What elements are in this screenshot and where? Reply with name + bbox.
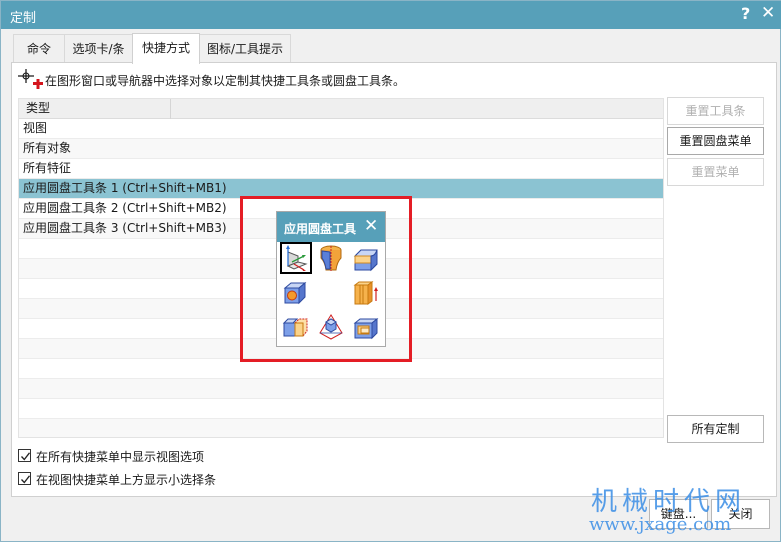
- datum-csys-icon[interactable]: [280, 242, 312, 274]
- list-row-empty: [19, 399, 663, 419]
- reset-toolbar-button[interactable]: 重置工具条: [667, 97, 764, 125]
- reset-menu-button[interactable]: 重置菜单: [667, 158, 764, 186]
- checkbox-label: 在所有快捷菜单中显示视图选项: [36, 450, 205, 464]
- customize-dialog: 定制 ? ✕ 命令 选项卡/条 快捷方式 图标/工具提示 在图形窗口或导航器中选…: [0, 0, 781, 542]
- list-row-empty: [19, 359, 663, 379]
- hole-icon[interactable]: [281, 279, 313, 311]
- dialog-title: 定制: [10, 11, 37, 26]
- all-customizations-button[interactable]: 所有定制: [667, 415, 764, 443]
- tab-shortcuts[interactable]: 快捷方式: [132, 33, 200, 64]
- list-row-empty: [19, 379, 663, 399]
- reset-radial-menu-button[interactable]: 重置圆盘菜单: [667, 127, 764, 155]
- column-header-type[interactable]: 类型: [19, 99, 171, 119]
- extrude-icon[interactable]: [352, 279, 384, 311]
- hint-text: 在图形窗口或导航器中选择对象以定制其快捷工具条或圆盘工具条。: [45, 74, 406, 88]
- keyboard-button[interactable]: 键盘...: [649, 499, 708, 529]
- list-row-view[interactable]: 视图: [19, 119, 663, 139]
- checkbox-checked[interactable]: [18, 472, 31, 485]
- list-row-radial-toolbar-1[interactable]: 应用圆盘工具条 1 (Ctrl+Shift+MB1): [19, 179, 663, 199]
- shell-icon[interactable]: [281, 313, 313, 345]
- tab-tabs-bars[interactable]: 选项卡/条: [64, 34, 133, 63]
- list-header: 类型: [19, 99, 663, 119]
- list-row-empty: [19, 419, 663, 437]
- help-button[interactable]: ?: [741, 4, 750, 23]
- edge-blend-icon[interactable]: [352, 244, 384, 276]
- list-row-all-features[interactable]: 所有特征: [19, 159, 663, 179]
- checkbox-checked[interactable]: [18, 449, 31, 462]
- close-window-button[interactable]: ✕: [761, 3, 775, 23]
- radial-toolbar-title: 应用圆盘工具: [284, 222, 357, 236]
- checkbox-label: 在视图快捷菜单上方显示小选择条: [36, 473, 217, 487]
- tab-icons-tooltips[interactable]: 图标/工具提示: [199, 34, 291, 63]
- close-button[interactable]: 关闭: [711, 499, 770, 529]
- radial-toolbar-title-bar: 应用圆盘工具 ✕: [277, 212, 385, 242]
- tab-commands[interactable]: 命令: [13, 34, 65, 63]
- list-row-all-objects[interactable]: 所有对象: [19, 139, 663, 159]
- split-body-icon[interactable]: [317, 244, 349, 276]
- crosshair-add-icon: [17, 69, 43, 93]
- title-bar: 定制 ? ✕: [1, 1, 781, 29]
- radial-toolbar-preview: 应用圆盘工具 ✕: [276, 211, 386, 347]
- pocket-icon[interactable]: [352, 313, 384, 345]
- radial-toolbar-close-icon[interactable]: ✕: [364, 216, 378, 236]
- draft-icon[interactable]: [317, 313, 349, 345]
